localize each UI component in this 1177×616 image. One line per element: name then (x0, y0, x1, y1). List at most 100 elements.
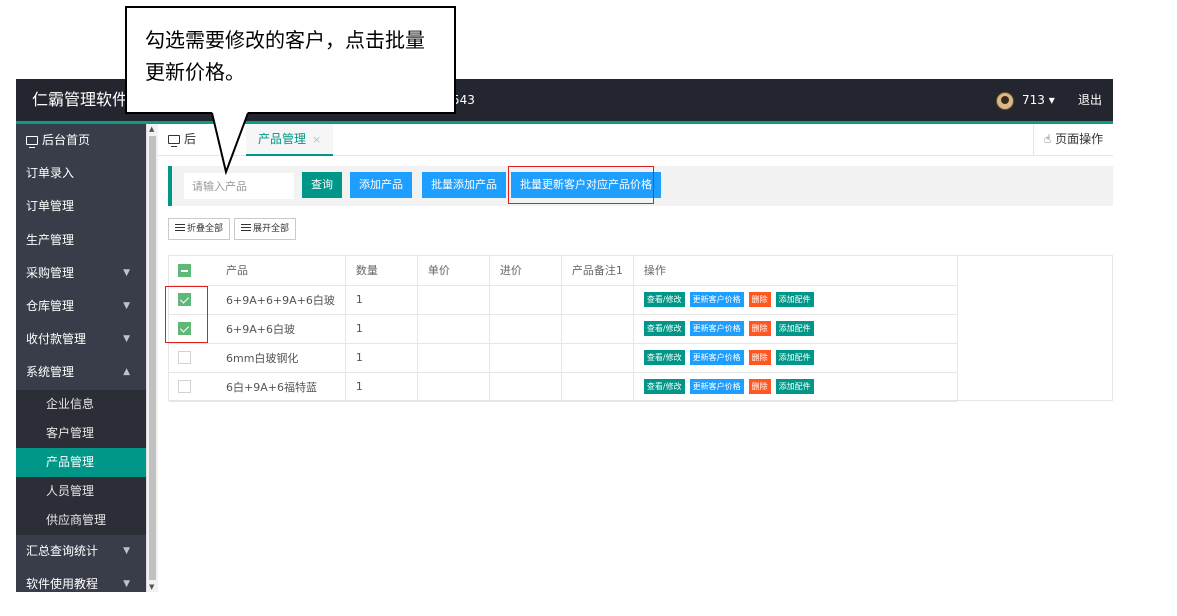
sidebar-item-label: 汇总查询统计 (26, 543, 99, 558)
logout-link[interactable]: 退出 (1078, 79, 1102, 121)
add-part-button[interactable]: 添加配件 (775, 292, 814, 307)
delete-button[interactable]: 删除 (748, 321, 771, 336)
chevron-down-icon: ▼ (123, 334, 130, 345)
add-part-button[interactable]: 添加配件 (775, 321, 814, 336)
header-qty: 数量 (345, 256, 418, 286)
view-edit-button[interactable]: 查看/修改 (643, 350, 685, 365)
sidebar-item-system[interactable]: 系统管理 ▲ (16, 356, 146, 389)
cell-cost (489, 372, 562, 402)
search-input[interactable] (184, 173, 294, 199)
user-menu[interactable]: 713 ▾ (1022, 79, 1055, 121)
scroll-up-icon[interactable]: ▲ (149, 125, 154, 133)
sidebar-scrollbar[interactable]: ▲ ▼ (146, 124, 158, 592)
cell-cost (489, 314, 562, 344)
cell-ops: 查看/修改 更新客户价格 删除 添加配件 (633, 285, 958, 315)
sidebar-item-label: 采购管理 (26, 265, 75, 280)
scrollbar-thumb[interactable] (149, 136, 156, 580)
sidebar-item-label: 后台首页 (42, 133, 91, 147)
cell-ops: 查看/修改 更新客户价格 删除 添加配件 (633, 314, 958, 344)
sidebar-subitem-suppliers[interactable]: 供应商管理 (16, 505, 146, 535)
collapse-all-button[interactable]: 折叠全部 (168, 218, 231, 240)
cell-product: 6+9A+6白玻 (199, 314, 346, 344)
cell-ops: 查看/修改 更新客户价格 删除 添加配件 (633, 343, 958, 373)
view-edit-button[interactable]: 查看/修改 (643, 379, 685, 394)
sidebar-subitem-products[interactable]: 产品管理 (16, 447, 146, 477)
tab-home[interactable]: 后 (158, 124, 196, 156)
query-button[interactable]: 查询 (302, 172, 342, 198)
delete-button[interactable]: 删除 (748, 379, 771, 394)
update-price-button[interactable]: 更新客户价格 (689, 350, 744, 365)
monitor-icon (168, 135, 180, 147)
row-checkbox[interactable] (178, 351, 191, 365)
cell-price (417, 285, 490, 315)
sidebar-subitem-company[interactable]: 企业信息 (16, 389, 146, 419)
header-price: 单价 (417, 256, 490, 286)
tab-label: 产品管理 (258, 132, 307, 146)
cell-price (417, 372, 490, 402)
select-all-checkbox[interactable] (178, 264, 191, 277)
sidebar-item-summary[interactable]: 汇总查询统计 ▼ (16, 535, 146, 568)
cell-note (561, 343, 634, 373)
row-checkbox-cell (169, 372, 199, 402)
cell-note (561, 285, 634, 315)
sidebar-item-label: 订单录入 (26, 166, 75, 181)
view-edit-button[interactable]: 查看/修改 (643, 292, 685, 307)
add-part-button[interactable]: 添加配件 (775, 379, 814, 394)
table-row: 6白+9A+6福特蓝 1 查看/修改 更新客户价格 删除 添加配件 (169, 372, 958, 402)
expand-all-button[interactable]: 展开全部 (234, 218, 297, 240)
sidebar-item-label: 系统管理 (26, 365, 75, 380)
cell-qty: 1 (345, 285, 418, 315)
table-row: 6+9A+6+9A+6白玻 1 查看/修改 更新客户价格 删除 添加配件 (169, 285, 958, 315)
cell-product: 6mm白玻钢化 (199, 343, 346, 373)
cell-product: 6白+9A+6福特蓝 (199, 372, 346, 402)
checkbox-highlight (165, 286, 208, 343)
page-operations-button[interactable]: ☝ 页面操作 (1033, 124, 1113, 156)
sidebar-item-home[interactable]: 后台首页 (16, 124, 146, 157)
table-row: 6+9A+6白玻 1 查看/修改 更新客户价格 删除 添加配件 (169, 314, 958, 344)
update-price-button[interactable]: 更新客户价格 (689, 321, 744, 336)
update-price-button[interactable]: 更新客户价格 (689, 379, 744, 394)
sidebar-item-warehouse[interactable]: 仓库管理 ▼ (16, 290, 146, 323)
avatar[interactable] (996, 92, 1014, 110)
delete-button[interactable]: 删除 (748, 292, 771, 307)
fold-controls: 折叠全部 展开全部 (168, 218, 300, 240)
sidebar-subitem-customers[interactable]: 客户管理 (16, 418, 146, 448)
delete-button[interactable]: 删除 (748, 350, 771, 365)
sidebar-item-order-management[interactable]: 订单管理 (16, 190, 146, 223)
cell-qty: 1 (345, 372, 418, 402)
batch-add-product-button[interactable]: 批量添加产品 (422, 172, 506, 198)
collapse-all-label: 折叠全部 (187, 224, 224, 234)
update-price-button[interactable]: 更新客户价格 (689, 292, 744, 307)
sidebar-item-order-entry[interactable]: 订单录入 (16, 157, 146, 190)
batch-update-highlight (508, 166, 654, 204)
header-checkbox-cell (169, 256, 199, 286)
row-checkbox-cell (169, 343, 199, 373)
cell-qty: 1 (345, 343, 418, 373)
view-edit-button[interactable]: 查看/修改 (643, 321, 685, 336)
chevron-down-icon: ▼ (123, 545, 130, 556)
add-part-button[interactable]: 添加配件 (775, 350, 814, 365)
cell-note (561, 314, 634, 344)
chevron-down-icon: ▼ (123, 267, 130, 278)
sidebar-item-label: 收付款管理 (26, 332, 87, 347)
tab-bar: 后 产品管理 × ☝ 页面操作 (158, 124, 1113, 156)
expand-all-label: 展开全部 (253, 224, 290, 234)
sidebar-item-payments[interactable]: 收付款管理 ▼ (16, 323, 146, 356)
sidebar-item-production[interactable]: 生产管理 (16, 224, 146, 257)
tab-products[interactable]: 产品管理 × (246, 124, 334, 156)
sidebar-item-purchase[interactable]: 采购管理 ▼ (16, 257, 146, 290)
header-note: 产品备注1 (561, 256, 634, 286)
sidebar-item-label: 订单管理 (26, 199, 75, 214)
tab-home-label: 后 (184, 132, 197, 146)
scroll-down-icon[interactable]: ▼ (149, 583, 154, 591)
cell-ops: 查看/修改 更新客户价格 删除 添加配件 (633, 372, 958, 402)
close-icon[interactable]: × (312, 133, 321, 146)
cell-price (417, 314, 490, 344)
row-checkbox[interactable] (178, 380, 191, 394)
add-product-button[interactable]: 添加产品 (350, 172, 412, 198)
sidebar-subitem-staff[interactable]: 人员管理 (16, 476, 146, 506)
chevron-down-icon: ▼ (123, 578, 130, 589)
sidebar-item-tutorial[interactable]: 软件使用教程 ▼ (16, 568, 146, 592)
monitor-icon (26, 136, 38, 148)
cell-note (561, 372, 634, 402)
